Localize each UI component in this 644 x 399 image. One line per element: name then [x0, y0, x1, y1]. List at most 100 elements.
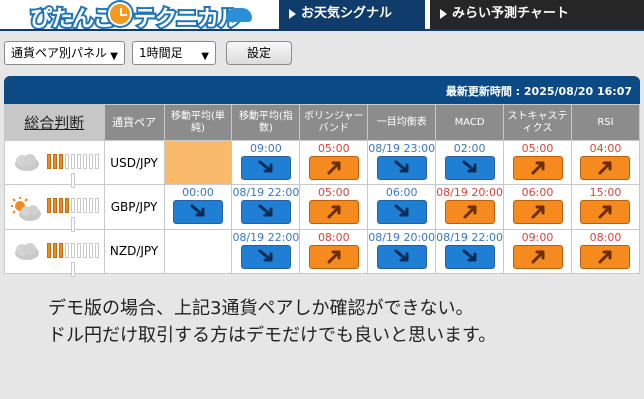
signal-cell-stochastics: 09:00	[503, 228, 572, 275]
signal-up-button[interactable]	[444, 200, 495, 225]
cloud-icon	[226, 8, 252, 22]
signal-time: 06:00	[385, 186, 418, 200]
signal-table: 総合判断 通貨ペア 移動平均(単純) 移動平均(指数) ボリンジャーバンド 一目…	[4, 104, 641, 277]
signal-down-button[interactable]	[444, 156, 495, 181]
table-row: USD/JPY 09:00 05:00 08/19 23:00 02:00 05:00 04…	[4, 139, 641, 188]
clock-icon	[108, 2, 132, 26]
strength-bar	[47, 242, 52, 258]
signal-time: 04:00	[589, 142, 622, 156]
signal-cell-sma: 00:00	[163, 184, 233, 230]
header-bollinger: ボリンジャーバンド	[299, 104, 369, 141]
signal-cell-macd: 08/19 22:00	[435, 228, 505, 275]
table-row: GBP/JPY 00:00 08/19 22:00 05:00 06:00 08/19 2…	[4, 184, 641, 233]
strength-bar	[77, 198, 82, 214]
signal-time: 09:00	[521, 230, 554, 244]
signal-up-button[interactable]	[580, 244, 631, 269]
signal-up-button[interactable]	[308, 156, 359, 181]
strength-bar	[95, 198, 100, 214]
signal-time: 08/19 22:00	[232, 230, 300, 244]
strength-bar	[77, 242, 82, 258]
signal-cell-stochastics: 06:00	[503, 184, 572, 230]
signal-up-button[interactable]	[308, 200, 359, 225]
strength-bar	[89, 242, 94, 258]
logo[interactable]: ぴたんこ テクニカル	[6, 0, 276, 34]
strength-bar	[89, 198, 94, 214]
strength-bar	[59, 154, 64, 169]
header-ichimoku: 一目均衡表	[367, 104, 437, 141]
strength-bar	[83, 242, 88, 258]
signal-time: 08/19 22:00	[232, 186, 300, 200]
strength-bar	[47, 154, 52, 169]
signal-down-button[interactable]	[240, 244, 291, 269]
strength-bar	[71, 154, 76, 169]
tab-weather-signal[interactable]: お天気シグナル	[279, 0, 425, 29]
signal-up-button[interactable]	[580, 200, 631, 225]
signal-down-button[interactable]	[376, 156, 427, 181]
timeframe-select[interactable]: 1時間足 ▼	[132, 41, 216, 65]
signal-cell-sma	[163, 228, 233, 275]
signal-time: 09:00	[250, 142, 282, 156]
strength-bar	[83, 198, 88, 214]
header-ema: 移動平均(指数)	[231, 104, 301, 141]
timeframe-select-value: 1時間足	[139, 46, 183, 60]
panel-select-value: 通貨ペア別パネル	[11, 46, 108, 60]
signal-time: 05:00	[521, 142, 554, 156]
signal-cell-bollinger: 05:00	[299, 184, 369, 230]
signal-up-button[interactable]	[308, 244, 359, 269]
summary-cell	[4, 228, 105, 277]
signal-down-button[interactable]	[376, 200, 427, 225]
signal-up-button[interactable]	[580, 156, 631, 181]
signal-cell-macd: 08/19 20:00	[435, 184, 505, 230]
strength-bar	[47, 198, 52, 214]
signal-cell-ema: 08/19 22:00	[231, 184, 301, 230]
header-summary[interactable]: 総合判断	[4, 104, 105, 141]
summary-cell	[4, 139, 105, 188]
pair-cell[interactable]: GBP/JPY	[103, 184, 165, 230]
signal-down-button[interactable]	[376, 244, 427, 269]
panel-select[interactable]: 通貨ペア別パネル ▼	[4, 41, 125, 65]
strength-bar	[65, 198, 70, 214]
signal-up-button[interactable]	[512, 200, 563, 225]
signal-cell-ichimoku: 06:00	[367, 184, 437, 230]
signal-time: 08/19 23:00	[368, 142, 436, 156]
table-title-bar: 最新更新時間 : 2025/08/20 16:07	[4, 76, 640, 104]
signal-down-button[interactable]	[240, 156, 291, 181]
signal-time: 08/19 22:00	[436, 230, 504, 244]
app-header: ぴたんこ テクニカル お天気シグナル みらい予測チャート	[0, 0, 644, 34]
tab-forecast-chart[interactable]: みらい予測チャート	[430, 0, 644, 29]
header-sma: 移動平均(単純)	[163, 104, 233, 141]
header-macd: MACD	[435, 104, 505, 141]
signal-up-button[interactable]	[512, 244, 563, 269]
strength-bar	[95, 242, 100, 258]
signal-cell-sma	[163, 139, 233, 186]
signal-cell-macd: 02:00	[435, 139, 505, 186]
strength-bar	[71, 261, 76, 277]
chevron-down-icon: ▼	[201, 51, 209, 62]
signal-cell-ema: 09:00	[231, 139, 301, 186]
settings-button[interactable]: 設定	[226, 41, 292, 65]
note-line-2: ドル円だけ取引する方はデモだけでも良いと思います。	[48, 325, 497, 346]
header-divider	[0, 29, 644, 31]
strength-bar	[89, 154, 94, 169]
signal-down-button[interactable]	[444, 244, 495, 269]
signal-down-button[interactable]	[172, 200, 223, 225]
signal-down-button[interactable]	[240, 200, 291, 225]
signal-time: 08/19 20:00	[368, 230, 436, 244]
signal-time: 06:00	[521, 186, 554, 200]
chevron-down-icon: ▼	[110, 51, 118, 62]
strength-bar	[95, 154, 100, 169]
pair-cell[interactable]: NZD/JPY	[103, 228, 165, 275]
strength-bar	[65, 154, 70, 169]
strength-bar	[53, 198, 58, 214]
signal-time: 00:00	[182, 186, 214, 200]
table-header-row: 総合判断 通貨ペア 移動平均(単純) 移動平均(指数) ボリンジャーバンド 一目…	[4, 104, 641, 141]
signal-up-button[interactable]	[512, 156, 563, 181]
signal-time: 05:00	[317, 186, 350, 200]
table-row: NZD/JPY 08/19 22:00 08:00 08/19 20:00 08/19 …	[4, 228, 641, 277]
strength-meter	[45, 242, 104, 281]
pair-cell[interactable]: USD/JPY	[103, 139, 165, 186]
signal-time: 08:00	[317, 230, 350, 244]
strength-bar	[71, 198, 76, 214]
partly-sunny-icon	[11, 197, 43, 227]
signal-cell-ichimoku: 08/19 20:00	[367, 228, 437, 275]
